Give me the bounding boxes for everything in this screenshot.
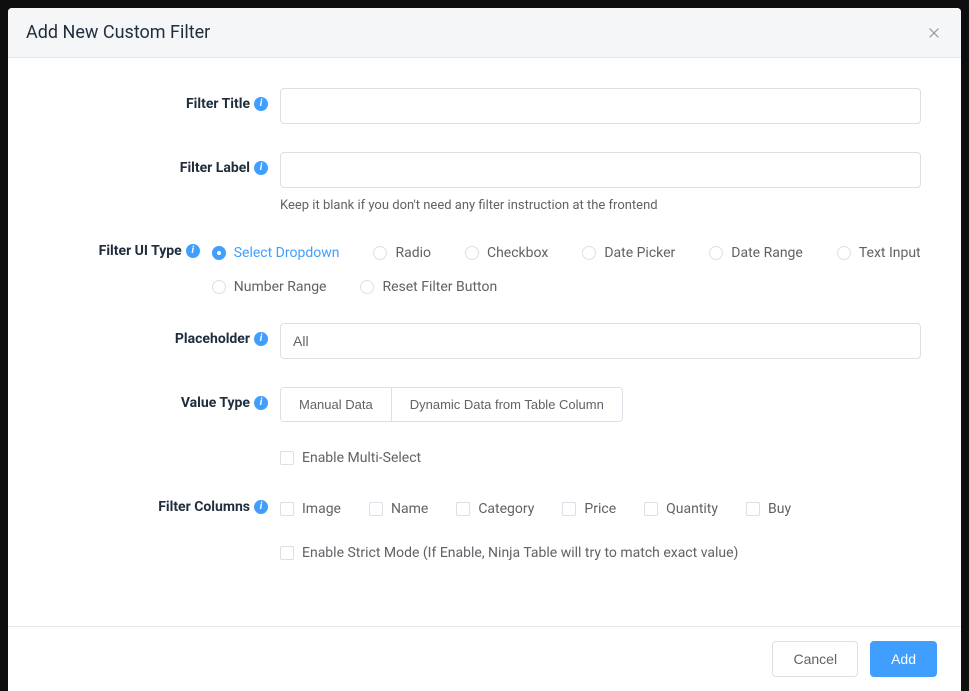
add-button[interactable]: Add bbox=[870, 641, 937, 677]
label-text: Value Type bbox=[181, 395, 250, 411]
value-type-manual[interactable]: Manual Data bbox=[281, 388, 391, 421]
label-filter-title: Filter Title i bbox=[48, 88, 280, 112]
row-filter-columns: Filter Columns i Image Name bbox=[48, 497, 921, 517]
filter-title-input[interactable] bbox=[280, 88, 921, 124]
checkbox-icon bbox=[562, 502, 576, 516]
cancel-button[interactable]: Cancel bbox=[772, 641, 858, 677]
radio-label: Date Picker bbox=[604, 245, 675, 261]
filter-columns-group: Image Name Category Price bbox=[280, 497, 921, 517]
radio-select-dropdown[interactable]: Select Dropdown bbox=[212, 245, 340, 261]
radio-icon bbox=[360, 280, 374, 294]
value-type-dynamic[interactable]: Dynamic Data from Table Column bbox=[391, 388, 622, 421]
value-type-segmented: Manual Data Dynamic Data from Table Colu… bbox=[280, 387, 623, 422]
label-value-type: Value Type i bbox=[48, 387, 280, 411]
label-text: Filter UI Type bbox=[99, 243, 182, 259]
radio-icon bbox=[373, 246, 387, 260]
close-icon[interactable] bbox=[925, 24, 943, 42]
filter-col-buy[interactable]: Buy bbox=[746, 501, 791, 517]
checkbox-label: Quantity bbox=[666, 501, 718, 517]
radio-label: Checkbox bbox=[487, 245, 548, 261]
checkbox-icon bbox=[280, 451, 294, 465]
enable-multi-select-checkbox[interactable]: Enable Multi-Select bbox=[280, 450, 421, 466]
checkbox-label: Category bbox=[478, 501, 534, 517]
radio-text-input[interactable]: Text Input bbox=[837, 245, 921, 261]
placeholder-input[interactable] bbox=[280, 323, 921, 359]
checkbox-icon bbox=[644, 502, 658, 516]
filter-label-input[interactable] bbox=[280, 152, 921, 188]
label-filter-columns: Filter Columns i bbox=[48, 497, 280, 515]
label-text: Filter Columns bbox=[158, 499, 250, 515]
radio-label: Reset Filter Button bbox=[382, 279, 497, 295]
radio-icon bbox=[582, 246, 596, 260]
modal-footer: Cancel Add bbox=[8, 626, 961, 691]
row-filter-label: Filter Label i bbox=[48, 152, 921, 188]
checkbox-icon bbox=[746, 502, 760, 516]
row-placeholder: Placeholder i bbox=[48, 323, 921, 359]
radio-radio[interactable]: Radio bbox=[373, 245, 431, 261]
label-placeholder: Placeholder i bbox=[48, 323, 280, 347]
add-filter-modal: Add New Custom Filter Filter Title i bbox=[8, 8, 961, 691]
filter-col-image[interactable]: Image bbox=[280, 501, 341, 517]
row-filter-ui-type: Filter UI Type i Select Dropdown Radio bbox=[48, 241, 921, 295]
modal-overlay: Add New Custom Filter Filter Title i bbox=[0, 0, 969, 691]
checkbox-icon bbox=[369, 502, 383, 516]
filter-col-category[interactable]: Category bbox=[456, 501, 534, 517]
radio-label: Radio bbox=[395, 245, 431, 261]
checkbox-label: Image bbox=[302, 501, 341, 517]
label-filter-ui-type: Filter UI Type i bbox=[48, 241, 212, 259]
filter-col-quantity[interactable]: Quantity bbox=[644, 501, 718, 517]
label-text: Placeholder bbox=[175, 331, 250, 347]
info-icon[interactable]: i bbox=[254, 161, 268, 175]
row-strict-mode: Enable Strict Mode (If Enable, Ninja Tab… bbox=[48, 545, 921, 564]
radio-label: Select Dropdown bbox=[234, 245, 340, 261]
radio-icon bbox=[837, 246, 851, 260]
filter-col-name[interactable]: Name bbox=[369, 501, 428, 517]
filter-label-help: Keep it blank if you don't need any filt… bbox=[280, 198, 921, 213]
checkbox-label: Enable Multi-Select bbox=[302, 450, 421, 466]
label-text: Filter Title bbox=[186, 96, 250, 112]
checkbox-label: Buy bbox=[768, 501, 791, 517]
info-icon[interactable]: i bbox=[254, 332, 268, 346]
checkbox-icon bbox=[280, 502, 294, 516]
radio-label: Date Range bbox=[731, 245, 803, 261]
radio-icon bbox=[709, 246, 723, 260]
checkbox-label: Name bbox=[391, 501, 428, 517]
radio-reset-filter-button[interactable]: Reset Filter Button bbox=[360, 279, 497, 295]
radio-label: Number Range bbox=[234, 279, 327, 295]
label-filter-label: Filter Label i bbox=[48, 152, 280, 176]
checkbox-label: Price bbox=[584, 501, 616, 517]
radio-date-picker[interactable]: Date Picker bbox=[582, 245, 675, 261]
checkbox-label: Enable Strict Mode (If Enable, Ninja Tab… bbox=[302, 545, 738, 561]
modal-body: Filter Title i Filter Label i bbox=[8, 58, 961, 626]
row-filter-label-help: Keep it blank if you don't need any filt… bbox=[48, 198, 921, 213]
filter-col-price[interactable]: Price bbox=[562, 501, 616, 517]
radio-icon bbox=[212, 246, 226, 260]
modal-title: Add New Custom Filter bbox=[26, 22, 210, 43]
checkbox-icon bbox=[456, 502, 470, 516]
row-value-type: Value Type i Manual Data Dynamic Data fr… bbox=[48, 387, 921, 422]
ui-type-radio-group: Select Dropdown Radio Checkbox Date bbox=[212, 241, 921, 295]
info-icon[interactable]: i bbox=[254, 97, 268, 111]
radio-label: Text Input bbox=[859, 245, 921, 261]
radio-date-range[interactable]: Date Range bbox=[709, 245, 803, 261]
info-icon[interactable]: i bbox=[254, 500, 268, 514]
info-icon[interactable]: i bbox=[186, 244, 200, 258]
radio-checkbox[interactable]: Checkbox bbox=[465, 245, 548, 261]
strict-mode-checkbox[interactable]: Enable Strict Mode (If Enable, Ninja Tab… bbox=[280, 545, 738, 561]
modal-header: Add New Custom Filter bbox=[8, 8, 961, 58]
radio-icon bbox=[212, 280, 226, 294]
radio-icon bbox=[465, 246, 479, 260]
radio-number-range[interactable]: Number Range bbox=[212, 279, 327, 295]
row-enable-multi-select: Enable Multi-Select bbox=[48, 450, 921, 469]
label-text: Filter Label bbox=[180, 160, 250, 176]
row-filter-title: Filter Title i bbox=[48, 88, 921, 124]
checkbox-icon bbox=[280, 546, 294, 560]
info-icon[interactable]: i bbox=[254, 396, 268, 410]
